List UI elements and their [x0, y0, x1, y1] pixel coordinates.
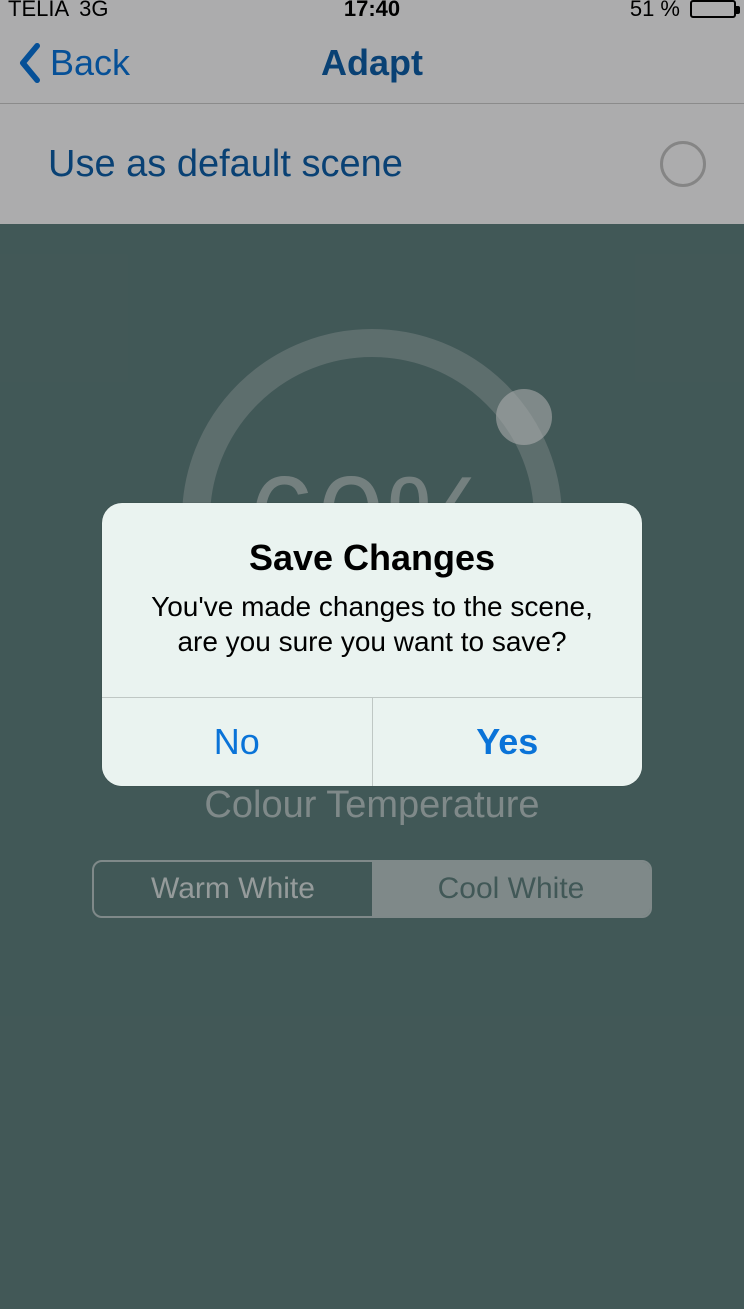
alert-title: Save Changes: [130, 537, 614, 579]
alert-no-button[interactable]: No: [102, 698, 372, 786]
save-changes-alert: Save Changes You've made changes to the …: [102, 503, 642, 786]
alert-message: You've made changes to the scene, are yo…: [130, 589, 614, 659]
alert-yes-button[interactable]: Yes: [372, 698, 643, 786]
